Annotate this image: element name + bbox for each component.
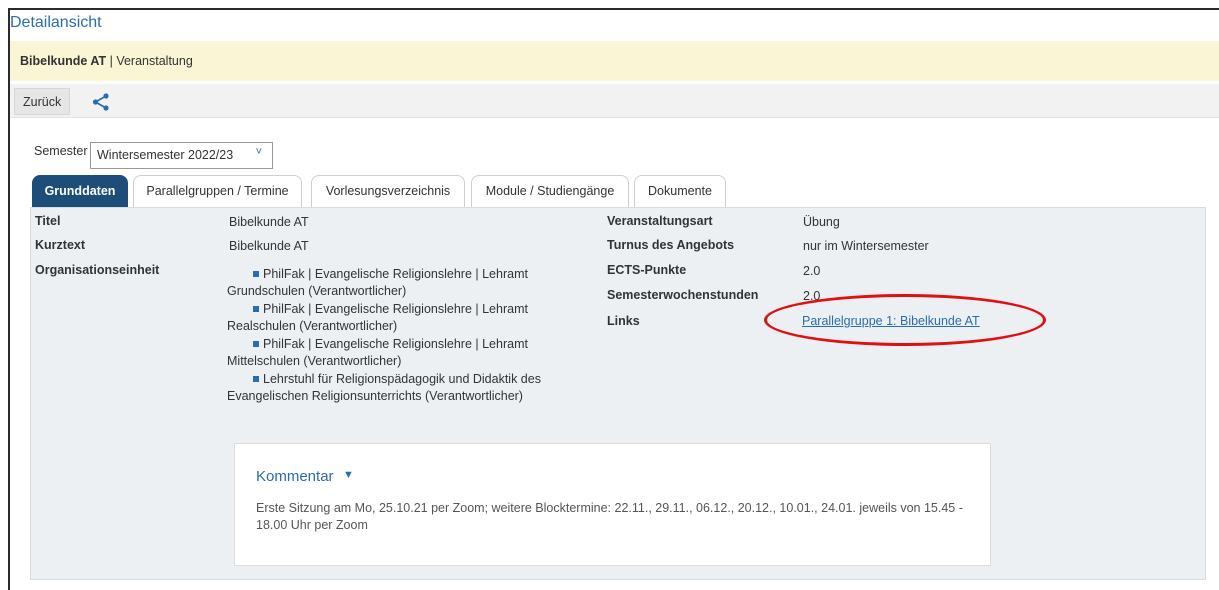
organisationseinheit-label: Organisationseinheit [35,263,160,277]
course-name: Bibelkunde AT [20,54,107,68]
main-content: Semester Wintersemester 2022/23 ˅ Grundd… [10,120,1219,590]
veranstaltungsart-label: Veranstaltungsart [607,214,713,228]
org-item-text: PhilFak | Evangelische Religionslehre | … [227,302,528,333]
tab-dokumente[interactable]: Dokumente [634,175,726,207]
titel-value: Bibelkunde AT [229,215,309,229]
chevron-down-icon[interactable]: ▼ [343,469,354,481]
org-item: Lehrstuhl für Religionspädagogik und Did… [227,371,547,405]
semester-selected-value: Wintersemester 2022/23 [97,148,234,162]
tab-grunddaten[interactable]: Grunddaten [32,175,128,207]
back-button[interactable]: Zurück [14,88,71,115]
org-item: PhilFak | Evangelische Religionslehre | … [227,336,547,370]
veranstaltungsart-value: Übung [803,215,840,229]
page-title: Detailansicht [10,14,102,31]
share-icon[interactable] [91,92,111,112]
parallelgruppe-link[interactable]: Parallelgruppe 1: Bibelkunde AT [802,314,980,328]
org-item-text: PhilFak | Evangelische Religionslehre | … [227,337,528,368]
bullet-icon [253,341,259,348]
tab-vorlesungsverzeichnis[interactable]: Vorlesungsverzeichnis [311,175,465,207]
course-type: Veranstaltung [116,54,193,68]
kurztext-label: Kurztext [35,238,86,252]
org-item-text: PhilFak | Evangelische Religionslehre | … [227,267,528,298]
org-item: PhilFak | Evangelische Religionslehre | … [227,301,547,335]
title-bar-text: Bibelkunde AT | Veranstaltung [20,54,193,68]
tab-module-studiengaenge[interactable]: Module / Studiengänge [471,175,629,207]
comment-toggle[interactable]: Kommentar [256,468,334,485]
organisationseinheit-list: PhilFak | Evangelische Religionslehre | … [227,266,547,406]
titel-label: Titel [35,214,61,228]
semester-select[interactable]: Wintersemester 2022/23 ˅ [90,142,273,169]
org-item: PhilFak | Evangelische Religionslehre | … [227,266,547,300]
tab-parallelgruppen-termine[interactable]: Parallelgruppen / Termine [133,175,302,207]
turnus-label: Turnus des Angebots [607,238,735,252]
title-bar: Bibelkunde AT | Veranstaltung [10,41,1219,81]
details-panel: Titel Bibelkunde AT Kurztext Bibelkunde … [30,207,1206,580]
title-separator: | [106,54,117,68]
turnus-value: nur im Wintersemester [803,239,929,253]
toolbar: Zurück [10,84,1219,118]
comment-box: Kommentar ▼ Erste Sitzung am Mo, 25.10.2… [234,443,991,566]
comment-text: Erste Sitzung am Mo, 25.10.21 per Zoom; … [256,501,963,532]
sws-label: Semesterwochenstunden [607,288,759,302]
ects-label: ECTS-Punkte [607,263,687,277]
links-label: Links [607,314,640,328]
org-item-text: Lehrstuhl für Religionspädagogik und Did… [227,372,541,403]
ects-value: 2.0 [803,264,821,278]
bullet-icon [253,376,259,383]
chevron-down-icon: ˅ [255,146,262,158]
semester-label: Semester [34,144,88,158]
bullet-icon [253,271,259,278]
kurztext-value: Bibelkunde AT [229,239,309,253]
bullet-icon [253,306,259,313]
